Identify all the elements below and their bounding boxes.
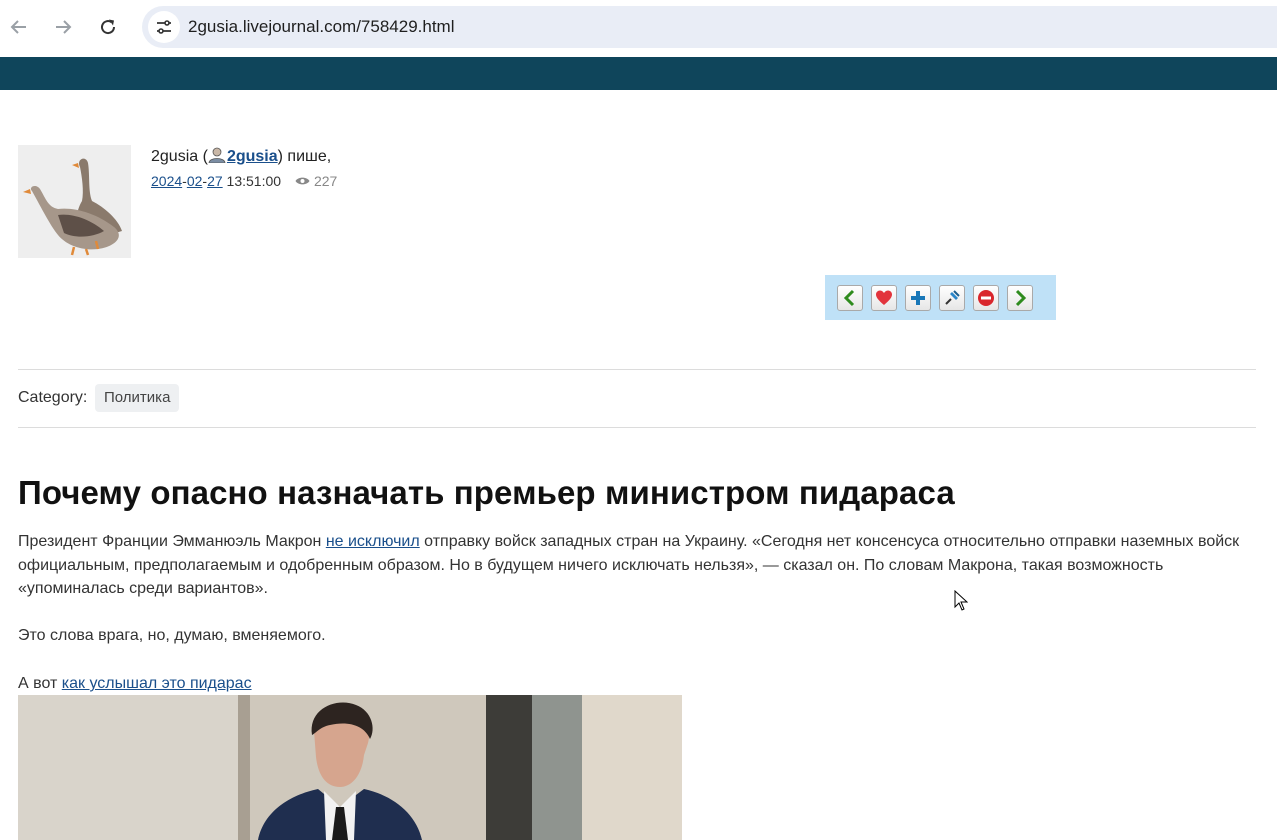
eye-icon	[295, 177, 310, 185]
heart-icon	[876, 290, 892, 305]
post-photo	[18, 695, 682, 840]
author-display-name: 2gusia	[151, 148, 199, 165]
post-time: 13:51:00	[226, 173, 282, 189]
browser-toolbar: 2gusia.livejournal.com/758429.html	[0, 0, 1277, 56]
back-button[interactable]	[4, 12, 34, 42]
date-month-link[interactable]: 02	[187, 173, 203, 189]
plus-icon	[911, 290, 925, 305]
forward-button[interactable]	[48, 12, 78, 42]
previous-entry-button[interactable]	[837, 284, 863, 311]
pin-icon	[945, 289, 960, 305]
divider-top	[18, 369, 1256, 370]
add-to-memories-button[interactable]	[871, 284, 897, 311]
tune-icon	[157, 20, 171, 34]
unsubscribe-button[interactable]	[973, 284, 999, 311]
address-bar[interactable]: 2gusia.livejournal.com/758429.html	[142, 6, 1277, 48]
livejournal-header-bar	[0, 57, 1277, 90]
reload-button[interactable]	[93, 12, 123, 42]
post-title: Почему опасно назначать премьер министро…	[18, 474, 955, 511]
author-link[interactable]: 2gusia	[227, 148, 278, 165]
arrow-right-icon	[56, 20, 72, 34]
post-paragraph-1: Президент Франции Эмманюэль Макрон не ис…	[18, 530, 1258, 601]
post-byline: 2gusia (2gusia) пише,	[151, 147, 331, 166]
view-count: 227	[295, 173, 337, 189]
view-count-value: 227	[313, 173, 338, 189]
post-paragraph-2: Это слова врага, но, думаю, вменяемого.	[18, 627, 326, 644]
date-day-link[interactable]: 27	[207, 173, 223, 189]
paragraph-1-text-start: Президент Франции Эмманюэль Макрон	[18, 533, 326, 550]
next-entry-button[interactable]	[1007, 284, 1033, 311]
reload-icon	[101, 19, 116, 35]
divider-bottom	[18, 427, 1256, 428]
entry-actions-bar	[825, 275, 1056, 320]
photo-man-in-suit	[18, 695, 682, 840]
stop-icon	[978, 289, 994, 306]
mouse-cursor-icon	[954, 590, 968, 611]
how-he-heard-link[interactable]: как услышал это пидарас	[62, 675, 252, 692]
tag-entry-button[interactable]	[939, 284, 965, 311]
byline-suffix: ) пише,	[277, 148, 332, 165]
post-paragraph-3: А вот как услышал это пидарас	[18, 672, 1258, 696]
prev-arrow-icon	[843, 289, 855, 306]
not-excluded-link[interactable]: не исключил	[326, 533, 420, 550]
userpic-avatar[interactable]	[18, 145, 131, 258]
byline-paren-open: (	[198, 148, 208, 165]
add-button[interactable]	[905, 284, 931, 311]
category-tag[interactable]: Политика	[95, 384, 180, 412]
date-year-link[interactable]: 2024	[151, 173, 182, 189]
paragraph-3-text-start: А вот	[18, 675, 62, 692]
post-meta: 2024-02-27 13:51:00 227	[151, 173, 338, 189]
url-text: 2gusia.livejournal.com/758429.html	[188, 17, 455, 36]
goose-image	[23, 158, 122, 256]
site-info-button[interactable]	[148, 11, 180, 43]
arrow-left-icon	[10, 20, 26, 34]
category-label: Category:	[18, 389, 88, 406]
next-arrow-icon	[1015, 289, 1027, 306]
user-icon[interactable]	[208, 147, 226, 163]
